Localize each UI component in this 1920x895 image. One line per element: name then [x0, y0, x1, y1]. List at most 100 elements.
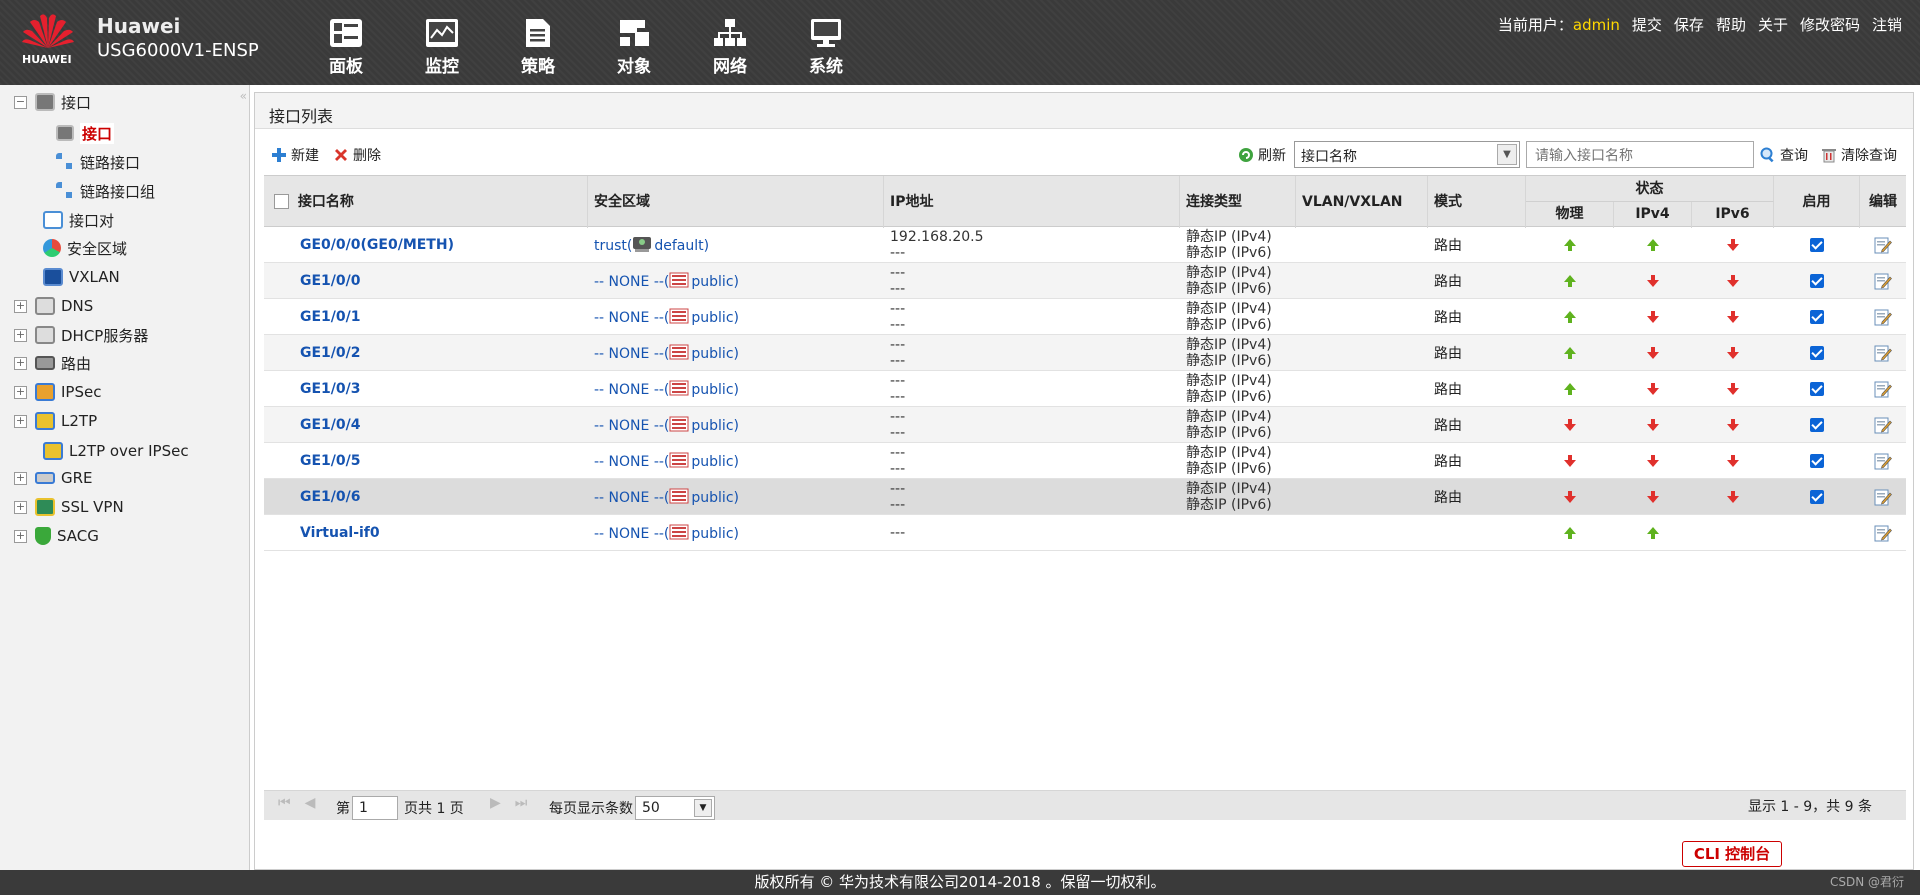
change-password-link[interactable]: 修改密码	[1800, 14, 1860, 35]
security-zone-link[interactable]: -- NONE --(public)	[594, 488, 739, 506]
edit-icon[interactable]	[1874, 488, 1892, 506]
edit-icon[interactable]	[1874, 416, 1892, 434]
security-zone-link[interactable]: trust(default)	[594, 236, 709, 254]
interface-name-link[interactable]: Virtual-if0	[300, 525, 380, 541]
interface-name-link[interactable]: GE1/0/6	[300, 489, 361, 505]
expand-toggle-icon[interactable]: +	[14, 471, 27, 485]
sidebar-item-ipsec[interactable]: + IPSec	[14, 380, 101, 404]
col-vlan[interactable]: VLAN/VXLAN	[1296, 176, 1428, 228]
clear-query-button[interactable]: 清除查询	[1821, 145, 1897, 165]
filter-field-select[interactable]: 接口名称 ▼	[1294, 141, 1520, 168]
about-link[interactable]: 关于	[1758, 14, 1788, 35]
sidebar-item-vxlan[interactable]: VXLAN	[43, 265, 120, 289]
enable-checkbox[interactable]	[1810, 310, 1824, 324]
menu-policy[interactable]: 策略	[490, 18, 586, 77]
edit-icon[interactable]	[1874, 272, 1892, 290]
edit-icon[interactable]	[1874, 308, 1892, 326]
cli-console-button[interactable]: CLI 控制台	[1682, 841, 1782, 867]
select-all-checkbox[interactable]	[274, 194, 289, 209]
security-zone-link[interactable]: -- NONE --(public)	[594, 524, 739, 542]
edit-icon[interactable]	[1874, 236, 1892, 254]
per-page-select[interactable]: 50 ▼	[635, 796, 715, 820]
security-zone-link[interactable]: -- NONE --(public)	[594, 308, 739, 326]
security-zone-link[interactable]: -- NONE --(public)	[594, 416, 739, 434]
edit-icon[interactable]	[1874, 380, 1892, 398]
sidebar-item-gre[interactable]: + GRE	[14, 466, 93, 490]
table-row[interactable]: GE1/0/1 -- NONE --(public) --- --- 静态IP (IPv…	[264, 299, 1906, 335]
menu-object[interactable]: 对象	[586, 18, 682, 77]
collapse-sidebar-icon[interactable]: «	[240, 89, 247, 103]
security-zone-link[interactable]: -- NONE --(public)	[594, 344, 739, 362]
collapse-toggle-icon[interactable]: −	[14, 95, 27, 109]
expand-toggle-icon[interactable]: +	[14, 328, 27, 342]
logout-link[interactable]: 注销	[1872, 14, 1902, 35]
expand-toggle-icon[interactable]: +	[14, 414, 27, 428]
interface-name-link[interactable]: GE0/0/0(GE0/METH)	[300, 237, 454, 253]
edit-icon[interactable]	[1874, 524, 1892, 542]
interface-name-link[interactable]: GE1/0/3	[300, 381, 361, 397]
table-row[interactable]: GE1/0/2 -- NONE --(public) --- --- 静态IP (IPv…	[264, 335, 1906, 371]
sidebar-item-route[interactable]: + 路由	[14, 351, 91, 375]
sidebar-item-ssl-vpn[interactable]: + SSL VPN	[14, 495, 124, 519]
expand-toggle-icon[interactable]: +	[14, 385, 27, 399]
col-name[interactable]: 接口名称	[264, 176, 588, 228]
sidebar-item-dns[interactable]: + DNS	[14, 294, 93, 318]
table-row[interactable]: GE1/0/5 -- NONE --(public) --- --- 静态IP (IPv…	[264, 443, 1906, 479]
next-page-icon[interactable]: ▶	[490, 795, 501, 811]
enable-checkbox[interactable]	[1810, 490, 1824, 504]
sidebar-item-l2tp-over-ipsec[interactable]: L2TP over IPSec	[43, 439, 189, 463]
menu-monitor[interactable]: 监控	[394, 18, 490, 77]
enable-checkbox[interactable]	[1810, 454, 1824, 468]
new-button[interactable]: 新建	[271, 145, 319, 165]
interface-name-link[interactable]: GE1/0/2	[300, 345, 361, 361]
page-number-input[interactable]: 1	[352, 796, 398, 820]
expand-toggle-icon[interactable]: +	[14, 299, 27, 313]
prev-page-icon[interactable]: ◀	[305, 795, 316, 811]
enable-checkbox[interactable]	[1810, 382, 1824, 396]
menu-system[interactable]: 系统	[778, 18, 874, 77]
table-row[interactable]: Virtual-if0 -- NONE --(public) ---	[264, 515, 1906, 551]
table-row[interactable]: GE1/0/4 -- NONE --(public) --- --- 静态IP (IPv…	[264, 407, 1906, 443]
last-page-icon[interactable]: ⏭	[515, 795, 528, 811]
sidebar-item-interface-list[interactable]: 接口	[56, 121, 115, 145]
enable-checkbox[interactable]	[1810, 346, 1824, 360]
edit-icon[interactable]	[1874, 344, 1892, 362]
security-zone-link[interactable]: -- NONE --(public)	[594, 380, 739, 398]
sidebar-item-dhcp[interactable]: + DHCP服务器	[14, 323, 148, 347]
expand-toggle-icon[interactable]: +	[14, 500, 27, 514]
interface-name-link[interactable]: GE1/0/5	[300, 453, 361, 469]
chevron-down-icon[interactable]: ▼	[694, 799, 712, 817]
menu-network[interactable]: 网络	[682, 18, 778, 77]
sidebar-item-interface[interactable]: − 接口	[14, 90, 91, 114]
col-zone[interactable]: 安全区域	[588, 176, 884, 228]
col-ip[interactable]: IP地址	[884, 176, 1180, 228]
sidebar-item-security-zone[interactable]: 安全区域	[43, 236, 127, 260]
table-row[interactable]: GE1/0/0 -- NONE --(public) --- --- 静态IP (IPv…	[264, 263, 1906, 299]
interface-name-link[interactable]: GE1/0/1	[300, 309, 361, 325]
submit-link[interactable]: 提交	[1632, 14, 1662, 35]
search-input[interactable]	[1526, 141, 1754, 168]
sidebar-item-link-group[interactable]: 链路接口组	[56, 179, 155, 203]
enable-checkbox[interactable]	[1810, 418, 1824, 432]
interface-name-link[interactable]: GE1/0/0	[300, 273, 361, 289]
sidebar-item-link-interface[interactable]: 链路接口	[56, 150, 140, 174]
chevron-down-icon[interactable]: ▼	[1497, 144, 1517, 165]
table-row[interactable]: GE1/0/6 -- NONE --(public) --- --- 静态IP (IPv…	[264, 479, 1906, 515]
security-zone-link[interactable]: -- NONE --(public)	[594, 272, 739, 290]
query-button[interactable]: 查询	[1760, 145, 1808, 165]
edit-icon[interactable]	[1874, 452, 1892, 470]
refresh-button[interactable]: 刷新	[1238, 145, 1286, 165]
menu-dashboard[interactable]: 面板	[298, 18, 394, 77]
save-link[interactable]: 保存	[1674, 14, 1704, 35]
help-link[interactable]: 帮助	[1716, 14, 1746, 35]
table-row[interactable]: GE1/0/3 -- NONE --(public) --- --- 静态IP (IPv…	[264, 371, 1906, 407]
enable-checkbox[interactable]	[1810, 238, 1824, 252]
col-conn-type[interactable]: 连接类型	[1180, 176, 1296, 228]
expand-toggle-icon[interactable]: +	[14, 356, 27, 370]
first-page-icon[interactable]: ⏮	[278, 795, 291, 811]
interface-name-link[interactable]: GE1/0/4	[300, 417, 361, 433]
sidebar-item-l2tp[interactable]: + L2TP	[14, 409, 97, 433]
table-row[interactable]: GE0/0/0(GE0/METH) trust(default) 192.168.2…	[264, 227, 1906, 263]
enable-checkbox[interactable]	[1810, 274, 1824, 288]
sidebar-item-interface-pair[interactable]: 接口对	[43, 208, 114, 232]
